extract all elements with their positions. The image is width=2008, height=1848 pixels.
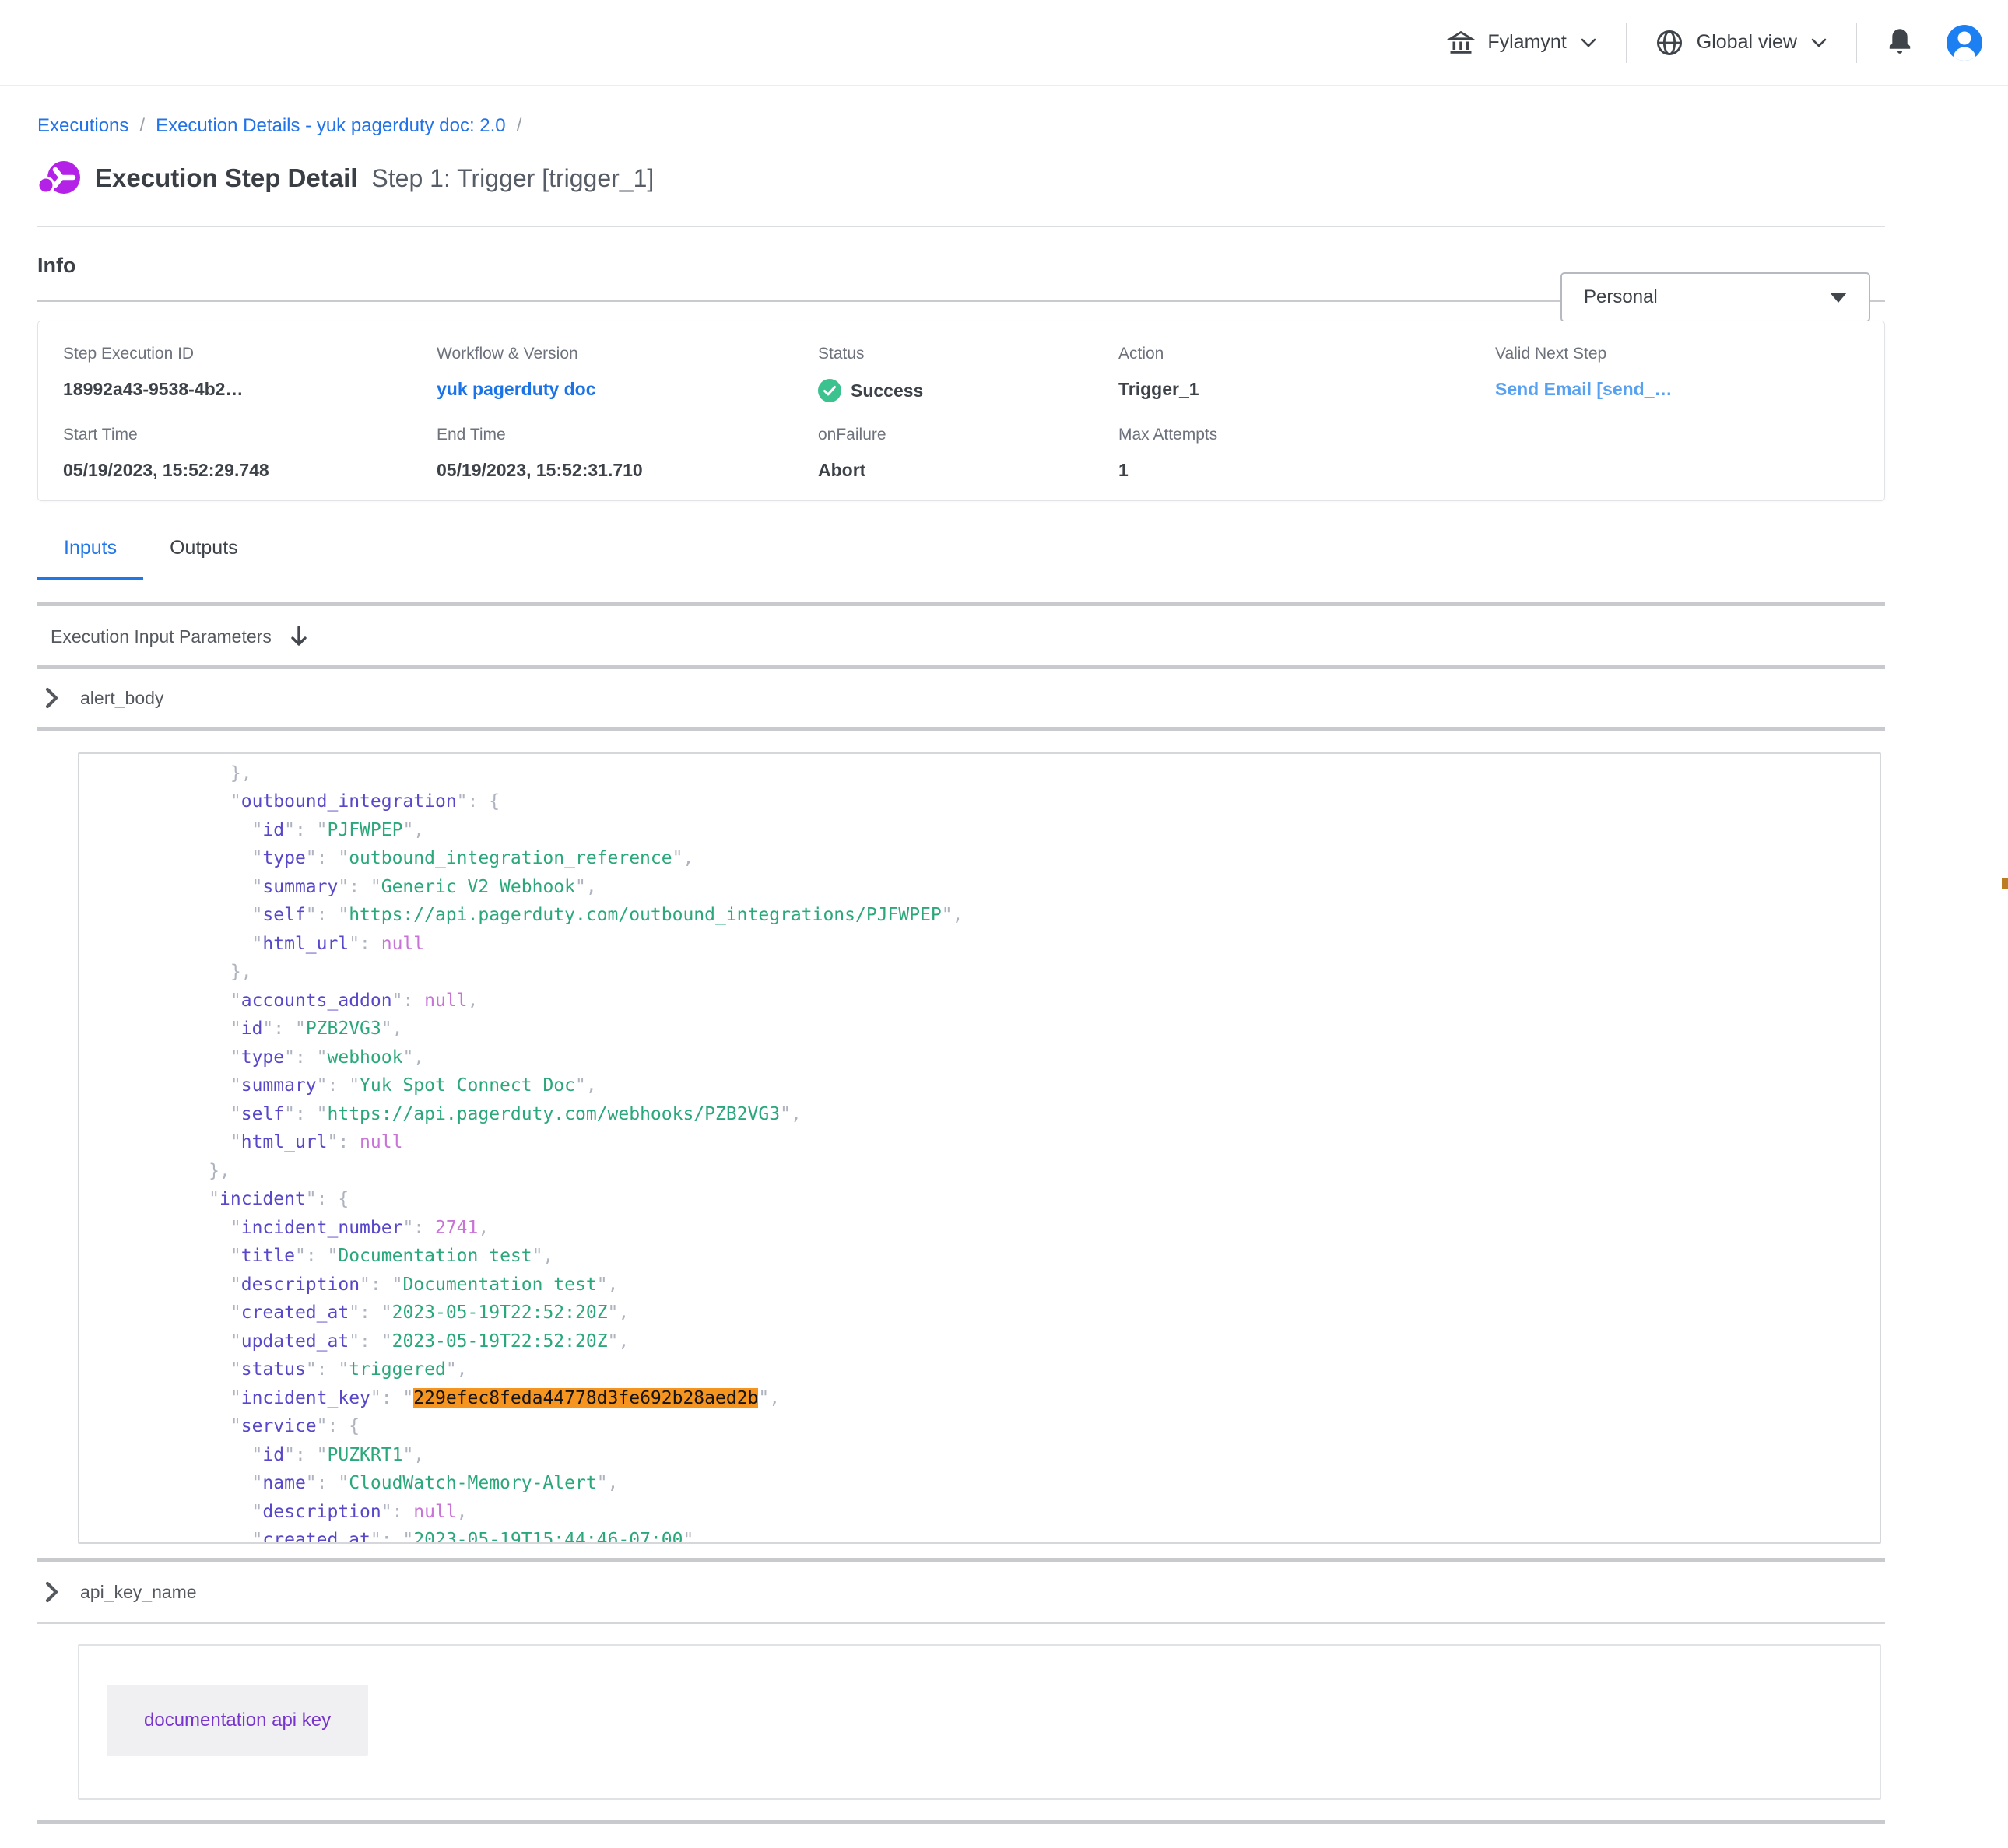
breadcrumb-execution-details-link[interactable]: Execution Details - yuk pagerduty doc: 2… <box>156 115 506 137</box>
title-row: Execution Step Detail Step 1: Trigger [t… <box>37 156 1885 201</box>
breadcrumb-executions-link[interactable]: Executions <box>37 115 128 137</box>
field-step-execution-id: Step Execution ID 18992a43-9538-4b2… <box>63 345 243 400</box>
avatar[interactable] <box>1946 24 1983 61</box>
field-max-attempts: Max Attempts 1 <box>1118 426 1217 481</box>
scope-select[interactable]: Personal <box>1560 272 1870 322</box>
tab-outputs[interactable]: Outputs <box>143 537 265 580</box>
max-attempts-value: 1 <box>1118 460 1217 481</box>
notifications-button[interactable] <box>1885 27 1915 58</box>
divider <box>37 226 1885 227</box>
status-value: Success <box>851 380 923 402</box>
api-key-name-chip: documentation api key <box>107 1685 368 1756</box>
chevron-down-icon <box>1810 37 1828 49</box>
tab-bar: Inputs Outputs <box>37 537 1885 580</box>
main-content: Executions / Execution Details - yuk pag… <box>0 115 2008 1848</box>
scrollbar-find-marker <box>2002 878 2008 889</box>
breadcrumb-separator: / <box>139 115 145 137</box>
field-action: Action Trigger_1 <box>1118 345 1199 400</box>
chevron-right-icon <box>45 1581 58 1603</box>
tab-inputs[interactable]: Inputs <box>37 537 143 580</box>
page-subtitle: Step 1: Trigger [trigger_1] <box>371 164 654 193</box>
workflow-link[interactable]: yuk pagerduty doc <box>437 379 595 400</box>
page-title: Execution Step Detail <box>95 163 357 193</box>
chevron-down-icon <box>1579 37 1598 49</box>
alert-body-code-viewer[interactable]: "self": "https://api.pagerduty.com/webho… <box>78 752 1881 1544</box>
api-key-name-value-box: documentation api key <box>78 1644 1881 1800</box>
caret-down-icon <box>1830 293 1847 303</box>
field-status: Status Success <box>818 345 923 402</box>
next-step-link[interactable]: Send Email [send_… <box>1495 379 1673 400</box>
bank-icon <box>1447 29 1475 57</box>
topbar-divider <box>1626 23 1627 63</box>
field-onfailure: onFailure Abort <box>818 426 886 481</box>
param-label-alert-body: alert_body <box>80 688 163 709</box>
field-start-time: Start Time 05/19/2023, 15:52:29.748 <box>63 426 269 481</box>
field-end-time: End Time 05/19/2023, 15:52:31.710 <box>437 426 643 481</box>
divider <box>37 602 1885 606</box>
param-row-api-key-value[interactable]: api_key_value <box>37 1824 1885 1848</box>
param-row-api-key-name[interactable]: api_key_name <box>37 1562 1885 1622</box>
execution-input-parameters-header: Execution Input Parameters <box>37 625 1885 648</box>
download-icon[interactable] <box>289 625 309 648</box>
breadcrumb: Executions / Execution Details - yuk pag… <box>37 115 1885 137</box>
scope-select-value: Personal <box>1584 286 1658 308</box>
execution-input-parameters-title: Execution Input Parameters <box>51 626 272 647</box>
start-time-value: 05/19/2023, 15:52:29.748 <box>63 460 269 481</box>
view-switcher[interactable]: Global view <box>1655 28 1828 58</box>
topbar-divider <box>1856 23 1857 63</box>
divider <box>37 1622 1885 1624</box>
field-valid-next-step: Valid Next Step Send Email [send_… <box>1495 345 1673 400</box>
org-label: Fylamynt <box>1487 31 1566 54</box>
end-time-value: 05/19/2023, 15:52:31.710 <box>437 460 643 481</box>
org-switcher[interactable]: Fylamynt <box>1447 29 1597 57</box>
step-execution-id-value: 18992a43-9538-4b2… <box>63 379 243 400</box>
param-label-api-key-name: api_key_name <box>80 1582 197 1603</box>
divider <box>37 727 1885 731</box>
chevron-right-icon <box>45 687 58 709</box>
success-check-icon <box>818 379 841 402</box>
topbar: Fylamynt Global view <box>0 0 2008 86</box>
field-workflow-version: Workflow & Version yuk pagerduty doc <box>437 345 595 400</box>
globe-icon <box>1655 28 1684 58</box>
workflow-step-icon <box>37 159 81 198</box>
param-row-alert-body[interactable]: alert_body <box>37 669 1885 727</box>
code-lines: "self": "https://api.pagerduty.com/webho… <box>79 752 1880 1544</box>
onfailure-value: Abort <box>818 460 886 481</box>
view-label: Global view <box>1697 31 1797 54</box>
info-card: Step Execution ID 18992a43-9538-4b2… Wor… <box>37 321 1885 501</box>
breadcrumb-separator: / <box>517 115 522 137</box>
action-value: Trigger_1 <box>1118 379 1199 400</box>
